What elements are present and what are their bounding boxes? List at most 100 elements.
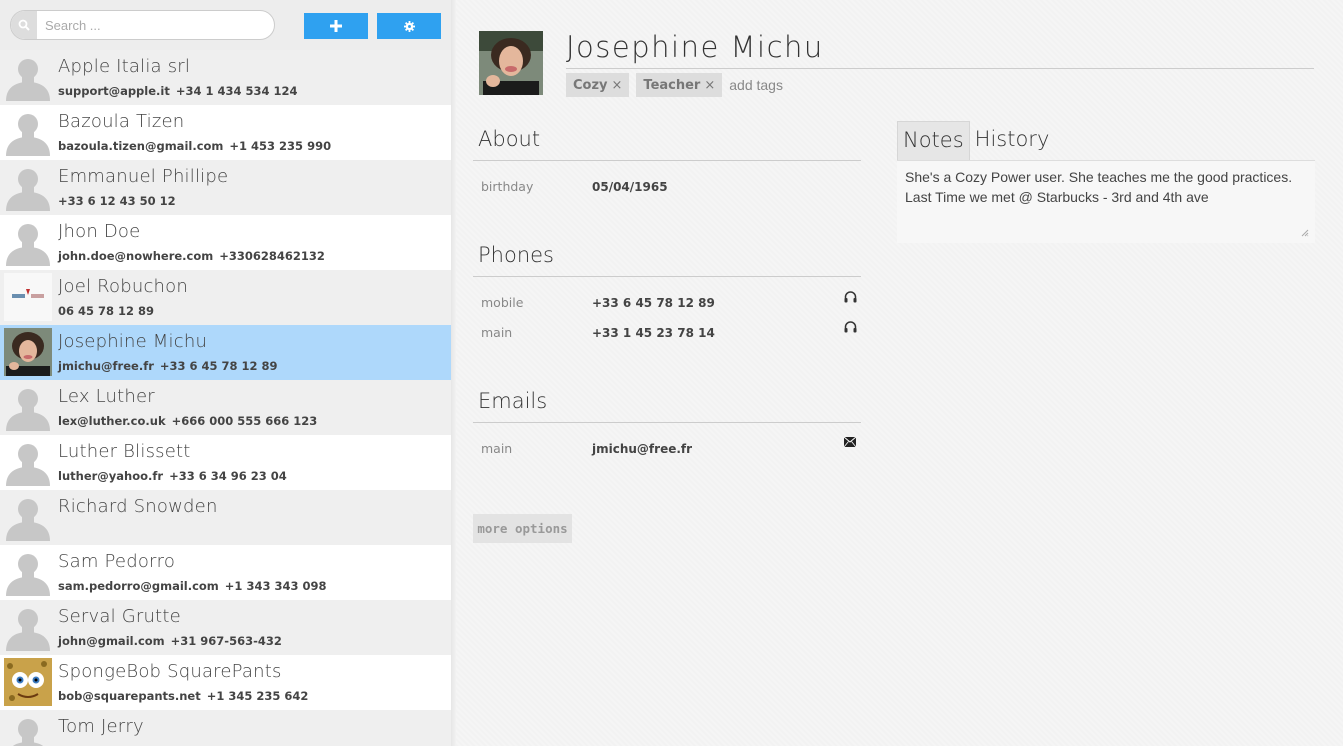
contact-details: luther@yahoo.fr +33 6 34 96 23 04: [58, 469, 287, 483]
default-avatar-icon: [4, 603, 52, 651]
notes-line: Last Time we met @ Starbucks - 3rd and 4…: [905, 189, 1209, 205]
tab-history[interactable]: History: [970, 121, 1055, 161]
tag-cozy[interactable]: Cozy ×: [566, 73, 630, 97]
contact-details: john.doe@nowhere.com +330628462132: [58, 249, 325, 263]
contact-name: Richard Snowden: [58, 496, 218, 517]
contact-list-item[interactable]: Lex Luther lex@luther.co.uk +666 000 555 6…: [0, 380, 451, 435]
contact-phone: +34 1 434 534 124: [175, 84, 298, 98]
contact-list-item[interactable]: Richard Snowden: [0, 490, 451, 545]
contact-list-item[interactable]: Bazoula Tizen bazoula.tizen@gmail.com +1 4…: [0, 105, 451, 160]
contact-list-item[interactable]: Serval Grutte john@gmail.com +31 967-563-4…: [0, 600, 451, 655]
contact-name: Lex Luther: [58, 386, 155, 407]
field-label: mobile: [481, 295, 524, 310]
contact-list-item[interactable]: Luther Blissett luther@yahoo.fr +33 6 34 9…: [0, 435, 451, 490]
plus-icon: [330, 20, 342, 32]
contact-name-title[interactable]: Josephine Michu: [566, 30, 824, 64]
name-underline: [566, 68, 1314, 69]
contact-name: Serval Grutte: [58, 606, 181, 627]
field-label: main: [481, 325, 513, 340]
contact-phone: +666 000 555 666 123: [171, 414, 318, 428]
contact-details: jmichu@free.fr +33 6 45 78 12 89: [58, 359, 278, 373]
contact-phone: +1 345 235 642: [206, 689, 309, 703]
contact-list-item[interactable]: Josephine Michu jmichu@free.fr +33 6 45 78…: [0, 325, 451, 380]
field-label: main: [481, 441, 513, 456]
more-options-button[interactable]: more options: [473, 514, 572, 543]
resize-grip-icon[interactable]: [1301, 229, 1309, 237]
contact-email: sam.pedorro@gmail.com: [58, 579, 219, 593]
default-avatar-icon: [4, 438, 52, 486]
contact-email: john@gmail.com: [58, 634, 165, 648]
field-label: birthday: [481, 179, 534, 194]
main-email-value[interactable]: jmichu@free.fr: [592, 442, 692, 456]
contact-name: Joel Robuchon: [58, 276, 188, 297]
tab-notes[interactable]: Notes: [897, 121, 970, 161]
envelope-icon[interactable]: [843, 435, 857, 449]
mobile-phone-value[interactable]: +33 6 45 78 12 89: [592, 296, 715, 310]
contact-list-item[interactable]: Tom Jerry: [0, 710, 451, 746]
default-avatar-icon: [4, 383, 52, 431]
birthday-value[interactable]: 05/04/1965: [592, 180, 668, 194]
contact-phone: +33 6 12 43 50 12: [58, 194, 176, 208]
section-divider: [473, 276, 861, 277]
contact-email: luther@yahoo.fr: [58, 469, 164, 483]
contact-list-item[interactable]: Sam Pedorro sam.pedorro@gmail.com +1 343 3…: [0, 545, 451, 600]
remove-tag-icon[interactable]: ×: [612, 78, 623, 93]
default-avatar-icon: [4, 108, 52, 156]
contact-name: Tom Jerry: [58, 716, 144, 737]
search-icon[interactable]: [11, 11, 37, 39]
default-avatar-icon: [4, 713, 52, 746]
headphones-icon[interactable]: [843, 290, 857, 304]
contact-details: sam.pedorro@gmail.com +1 343 343 098: [58, 579, 326, 593]
tag-label: Teacher: [643, 77, 701, 93]
contact-details: bob@squarepants.net +1 345 235 642: [58, 689, 308, 703]
contact-name: Jhon Doe: [58, 221, 141, 242]
contact-email: john.doe@nowhere.com: [58, 249, 214, 263]
gear-icon: [403, 20, 415, 32]
contact-list-item[interactable]: Jhon Doe john.doe@nowhere.com +33062846213…: [0, 215, 451, 270]
contact-list-item[interactable]: Apple Italia srl support@apple.it +34 1 43…: [0, 50, 451, 105]
search-input[interactable]: [41, 15, 266, 35]
notes-tabs: Notes History: [897, 121, 1054, 161]
contact-email: support@apple.it: [58, 84, 170, 98]
search-box[interactable]: [10, 10, 275, 40]
add-tags-input[interactable]: [729, 77, 870, 93]
contact-name: Josephine Michu: [58, 331, 208, 352]
section-title-phones: Phones: [478, 243, 554, 267]
contact-phone: +31 967-563-432: [170, 634, 282, 648]
contact-detail-panel: Josephine Michu Cozy × Teacher × About b…: [456, 0, 1343, 746]
contact-phone: +330628462132: [219, 249, 325, 263]
avatar: [4, 658, 52, 706]
section-title-about: About: [478, 127, 541, 151]
section-title-emails: Emails: [478, 389, 548, 413]
contact-email: lex@luther.co.uk: [58, 414, 166, 428]
section-divider: [473, 160, 861, 161]
main-phone-value[interactable]: +33 1 45 23 78 14: [592, 326, 715, 340]
section-divider: [473, 422, 861, 423]
contact-phone: +1 453 235 990: [229, 139, 332, 153]
contact-list-item[interactable]: Emmanuel Phillipe +33 6 12 43 50 12: [0, 160, 451, 215]
default-avatar-icon: [4, 548, 52, 596]
headphones-icon[interactable]: [843, 320, 857, 334]
contact-list-item[interactable]: Joel Robuchon 06 45 78 12 89: [0, 270, 451, 325]
contact-name: Emmanuel Phillipe: [58, 166, 229, 187]
contact-email: jmichu@free.fr: [58, 359, 154, 373]
contact-name: Bazoula Tizen: [58, 111, 185, 132]
contact-details: lex@luther.co.uk +666 000 555 666 123: [58, 414, 317, 428]
contact-details: bazoula.tizen@gmail.com +1 453 235 990: [58, 139, 331, 153]
remove-tag-icon[interactable]: ×: [704, 78, 715, 93]
contact-phone: +33 6 34 96 23 04: [169, 469, 287, 483]
contact-phone: 06 45 78 12 89: [58, 304, 155, 318]
notes-textarea[interactable]: She's a Cozy Power user. She teaches me …: [897, 161, 1315, 243]
contact-name: Apple Italia srl: [58, 56, 191, 77]
tag-teacher[interactable]: Teacher ×: [636, 73, 723, 97]
settings-button[interactable]: [377, 13, 441, 39]
contact-name: Sam Pedorro: [58, 551, 176, 572]
avatar: [4, 273, 52, 321]
default-avatar-icon: [4, 53, 52, 101]
profile-photo[interactable]: [479, 31, 543, 95]
default-avatar-icon: [4, 493, 52, 541]
contact-details: support@apple.it +34 1 434 534 124: [58, 84, 298, 98]
contact-list-item[interactable]: SpongeBob SquarePants bob@squarepants.net…: [0, 655, 451, 710]
contact-list: Apple Italia srl support@apple.it +34 1 43…: [0, 50, 451, 746]
add-contact-button[interactable]: [304, 13, 368, 39]
